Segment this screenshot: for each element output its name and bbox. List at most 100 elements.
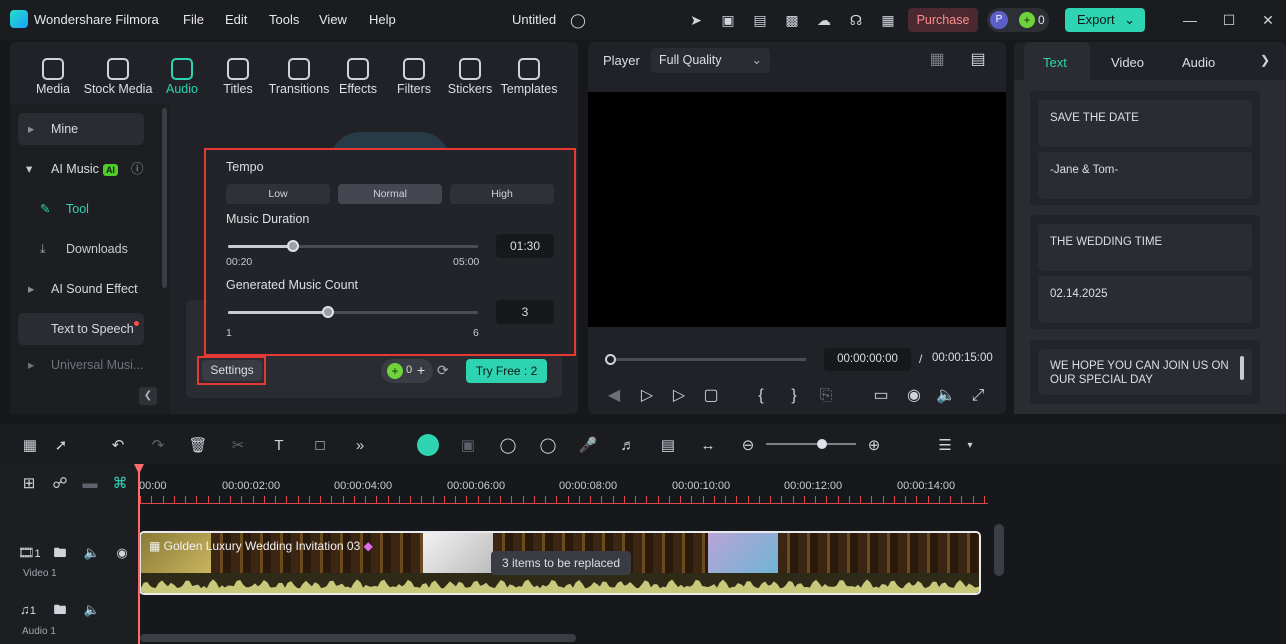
layout-icon[interactable]: ▤: [750, 10, 770, 30]
menu-file[interactable]: File: [183, 12, 204, 27]
cloud-upload-icon[interactable]: ☁: [814, 10, 834, 30]
chevron-right-icon[interactable]: ❯: [1260, 53, 1270, 67]
text-field-date[interactable]: 02.14.2025: [1038, 276, 1252, 323]
caret-down-icon[interactable]: ▾: [960, 436, 980, 456]
tempo-low-button[interactable]: Low: [226, 184, 330, 204]
apps-grid-icon[interactable]: ▦: [878, 10, 898, 30]
text-field-names[interactable]: -Jane & Tom-: [1038, 152, 1252, 199]
headset-icon[interactable]: ☊: [846, 10, 866, 30]
mask-icon[interactable]: ◯: [538, 436, 558, 456]
sidebar-item-tool[interactable]: ✎ Tool: [18, 193, 144, 225]
help-icon[interactable]: ⓘ: [131, 153, 144, 185]
timeline-playhead[interactable]: [138, 466, 140, 644]
zoom-in-icon[interactable]: ⊕: [864, 436, 884, 456]
sidebar-item-ai-sound-effect[interactable]: ▸AI Sound EffectAI: [18, 273, 144, 328]
redo-icon[interactable]: ↷: [148, 436, 168, 456]
mute-icon[interactable]: 🔈: [82, 600, 102, 620]
mark-out-icon[interactable]: }: [784, 386, 804, 406]
project-icon[interactable]: ▣: [718, 10, 738, 30]
tempo-normal-button[interactable]: Normal: [338, 184, 442, 204]
speed-icon[interactable]: ◯: [498, 436, 518, 456]
purchase-button[interactable]: Purchase: [908, 8, 978, 32]
count-slider-handle[interactable]: [322, 306, 334, 318]
mute-icon[interactable]: 🔈: [82, 543, 102, 563]
fullscreen-icon[interactable]: ⤢: [968, 386, 988, 406]
duration-slider-handle[interactable]: [287, 240, 299, 252]
sidebar-item-universal-music[interactable]: ▸ Universal Musi...: [18, 353, 144, 377]
grid-view-icon[interactable]: ▦: [927, 50, 947, 70]
sidebar-item-ai-music[interactable]: ▾ AI Music AI ⓘ: [18, 153, 144, 185]
eye-icon[interactable]: ◉: [112, 543, 132, 563]
zoom-slider[interactable]: [766, 443, 856, 445]
timeline-vertical-scrollbar[interactable]: [994, 524, 1004, 576]
text-tool-icon[interactable]: T: [269, 436, 289, 456]
more-tools-icon[interactable]: »: [350, 436, 370, 456]
add-track-icon[interactable]: ⊞: [19, 474, 39, 494]
video-preview[interactable]: [588, 92, 1006, 327]
display-icon[interactable]: ▭: [871, 386, 891, 406]
menu-edit[interactable]: Edit: [225, 12, 247, 27]
try-free-button[interactable]: Try Free : 2: [466, 359, 547, 383]
sidebar-item-downloads[interactable]: ⤓ Downloads: [18, 233, 144, 265]
minimize-icon[interactable]: —: [1180, 10, 1200, 30]
previous-frame-icon[interactable]: ◀: [604, 386, 624, 406]
maximize-icon[interactable]: ☐: [1219, 10, 1239, 30]
auto-reframe-icon[interactable]: ▣: [458, 436, 478, 456]
undo-icon[interactable]: ↶: [108, 436, 128, 456]
camera-icon[interactable]: ◉: [904, 386, 924, 406]
ai-assistant-icon[interactable]: [417, 434, 439, 456]
snapshot-view-icon[interactable]: ▤: [968, 50, 988, 70]
count-slider[interactable]: [228, 306, 478, 318]
menu-view[interactable]: View: [319, 12, 347, 27]
tab-templates[interactable]: Templates: [489, 82, 569, 96]
select-tool-icon[interactable]: ➚: [51, 436, 71, 456]
zoom-slider-handle[interactable]: [816, 439, 827, 449]
save-icon[interactable]: ▩: [782, 10, 802, 30]
lock-icon[interactable]: 🖿: [50, 600, 70, 620]
menu-help[interactable]: Help: [369, 12, 396, 27]
menu-tools[interactable]: Tools: [269, 12, 299, 27]
group-icon[interactable]: ▬: [80, 474, 100, 494]
step-forward-icon[interactable]: ▷: [637, 386, 657, 406]
track-settings-icon[interactable]: ☰: [935, 436, 955, 456]
fit-icon[interactable]: ↔: [698, 436, 718, 456]
mark-in-icon[interactable]: {: [751, 386, 771, 406]
count-value-field[interactable]: 3: [496, 300, 554, 324]
layout-grid-icon[interactable]: ▦: [20, 436, 40, 456]
text-field-invitation[interactable]: WE HOPE YOU CAN JOIN US ON OUR SPECIAL D…: [1038, 349, 1252, 395]
send-icon[interactable]: ➤: [686, 10, 706, 30]
credits-pill[interactable]: + 0 +: [381, 359, 433, 383]
text-field-save-the-date[interactable]: SAVE THE DATE: [1038, 100, 1252, 147]
timeline-horizontal-scrollbar[interactable]: [140, 634, 576, 642]
sidebar-item-text-to-speech[interactable]: Text to Speech: [18, 313, 144, 345]
collapse-sidebar-icon[interactable]: ❮: [139, 387, 157, 405]
microphone-icon[interactable]: 🎤: [578, 436, 598, 456]
duration-slider[interactable]: [228, 240, 478, 252]
play-icon[interactable]: ▷: [669, 386, 689, 406]
clip-icon[interactable]: ▤: [658, 436, 678, 456]
close-icon[interactable]: ✕: [1258, 10, 1278, 30]
audio-mix-icon[interactable]: ♬: [618, 436, 638, 456]
sidebar-item-mine[interactable]: ▸ Mine: [18, 113, 144, 145]
tab-text[interactable]: Text: [1043, 55, 1067, 70]
tab-audio[interactable]: Audio: [1182, 55, 1215, 70]
export-button[interactable]: Export ⌄: [1065, 8, 1145, 32]
zoom-out-icon[interactable]: ⊖: [738, 436, 758, 456]
text-field-wedding-time[interactable]: THE WEDDING TIME: [1038, 224, 1252, 271]
volume-icon[interactable]: 🔈: [936, 386, 956, 406]
settings-button[interactable]: Settings: [202, 360, 262, 381]
lock-icon[interactable]: 🖿: [50, 543, 70, 563]
duration-value-field[interactable]: 01:30: [496, 234, 554, 258]
playhead-track[interactable]: [610, 358, 806, 361]
stop-icon[interactable]: ▢: [701, 386, 721, 406]
link-icon[interactable]: ☍: [50, 474, 70, 494]
playhead-handle[interactable]: [605, 354, 616, 365]
cut-icon[interactable]: ✂: [228, 436, 248, 456]
tempo-high-button[interactable]: High: [450, 184, 554, 204]
crop-icon[interactable]: □: [310, 436, 330, 456]
account-pill[interactable]: P + 0: [987, 8, 1049, 32]
snap-icon[interactable]: ⌘: [110, 474, 130, 494]
delete-icon[interactable]: 🗑: [188, 436, 208, 456]
tab-video[interactable]: Video: [1111, 55, 1144, 70]
sidebar-scrollbar[interactable]: [162, 108, 167, 288]
